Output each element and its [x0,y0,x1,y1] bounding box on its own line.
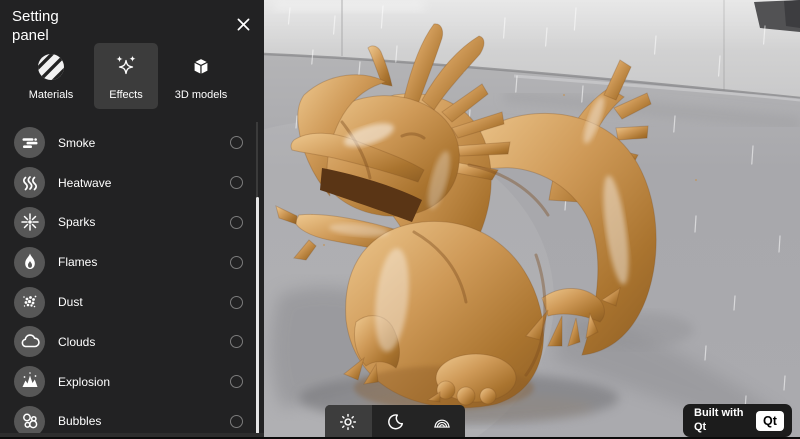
materials-icon [36,52,66,82]
effect-row-sparks[interactable]: Sparks [0,203,264,243]
radio-clouds[interactable] [230,335,243,348]
close-icon [235,16,252,33]
radio-explosion[interactable] [230,375,243,388]
tab-effects-label: Effects [109,89,142,101]
moon-light-button[interactable] [372,405,419,439]
effect-label-dust: Dust [58,295,83,309]
effect-label-flames: Flames [58,255,97,269]
built-with-qt-badge[interactable]: Built with Qt Qt [683,404,792,437]
moon-icon [384,411,406,433]
radio-flames[interactable] [230,256,243,269]
sun-light-button[interactable] [325,405,372,439]
category-tabs: Materials Effects 3D mod [0,43,264,109]
effect-label-smoke: Smoke [58,136,95,150]
effects-list: Smoke Heatwave [0,123,264,439]
3d-viewport[interactable]: Built with Qt Qt [264,0,800,439]
effect-row-smoke[interactable]: Smoke [0,123,264,163]
rain-arcs-icon [431,411,453,433]
heatwave-icon [14,167,45,198]
tab-3d-models-label: 3D models [175,89,228,101]
close-button[interactable] [232,13,254,35]
radio-heatwave[interactable] [230,176,243,189]
effect-row-clouds[interactable]: Clouds [0,322,264,362]
effect-label-clouds: Clouds [58,335,95,349]
effect-label-bubbles: Bubbles [58,414,101,428]
radio-bubbles[interactable] [230,415,243,428]
radio-dust[interactable] [230,296,243,309]
3d-scene [264,0,800,439]
tab-3d-models[interactable]: 3D models [169,43,233,109]
effect-row-heatwave[interactable]: Heatwave [0,163,264,203]
sparks-icon [14,207,45,238]
scrollbar-thumb[interactable] [256,197,259,439]
panel-header: Setting panel [0,0,264,42]
rain-light-button[interactable] [418,405,465,439]
effect-row-flames[interactable]: Flames [0,242,264,282]
tab-materials[interactable]: Materials [19,43,83,109]
radio-sparks[interactable] [230,216,243,229]
flames-icon [14,247,45,278]
settings-panel: Setting panel [0,0,264,439]
effect-label-heatwave: Heatwave [58,176,111,190]
effect-row-explosion[interactable]: Explosion [0,362,264,402]
app-window: Setting panel [0,0,800,439]
radio-smoke[interactable] [230,136,243,149]
panel-title: Setting panel [12,8,84,46]
dust-icon [14,287,45,318]
built-with-qt-label: Built with Qt [694,407,744,433]
clouds-icon [14,326,45,357]
cube-icon [186,52,216,82]
effect-row-dust[interactable]: Dust [0,282,264,322]
lighting-toolbar [325,405,465,439]
tab-effects[interactable]: Effects [94,43,158,109]
smoke-icon [14,127,45,158]
tab-materials-label: Materials [29,89,74,101]
sun-icon [337,411,359,433]
effect-label-explosion: Explosion [58,375,110,389]
effects-icon [111,52,141,82]
qt-logo: Qt [756,411,784,431]
explosion-icon [14,366,45,397]
effect-label-sparks: Sparks [58,215,95,229]
